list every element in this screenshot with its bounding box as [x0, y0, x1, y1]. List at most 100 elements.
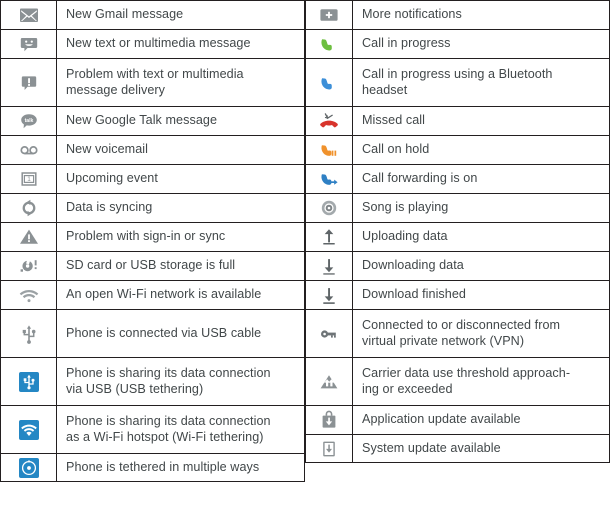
table-row: talk New Google Talk message — [0, 106, 305, 135]
usb-tethering-icon — [1, 358, 57, 405]
sms-smiley-bubble-icon — [1, 30, 57, 58]
table-row: New voicemail — [0, 135, 305, 164]
row-label-line: System update available — [362, 440, 501, 455]
row-label: Song is playing — [353, 194, 609, 222]
row-label-line: Call in progress — [362, 36, 451, 51]
table-row: System update available — [305, 434, 610, 463]
row-label: Downloading data — [353, 252, 609, 280]
usb-cable-icon — [1, 310, 57, 357]
right-table-half: More notifications Call in progress Call… — [305, 0, 610, 510]
missed-call-icon — [306, 107, 353, 135]
row-label: Connected to or disconnected from virtua… — [353, 310, 609, 357]
table-row: Call on hold — [305, 135, 610, 164]
sd-card-full-icon — [1, 252, 57, 280]
vpn-key-icon — [306, 310, 353, 357]
row-label-line: New text or multimedia message — [66, 36, 251, 51]
row-label: Phone is sharing its data connection as … — [57, 406, 304, 453]
row-label: Phone is connected via USB cable — [57, 310, 304, 357]
svg-text:1: 1 — [27, 176, 31, 183]
row-label: New Google Talk message — [57, 107, 304, 135]
table-row: Uploading data — [305, 222, 610, 251]
gmail-envelope-icon — [1, 1, 57, 29]
row-label: Application update available — [353, 406, 609, 434]
mms-error-bubble-icon — [1, 59, 57, 106]
carrier-data-warning-icon — [306, 358, 353, 405]
multiple-tethering-icon — [1, 454, 57, 481]
row-label-line: as a Wi-Fi hotspot (Wi-Fi tethering) — [66, 429, 264, 444]
table-row: New text or multimedia message — [0, 29, 305, 58]
row-label: An open Wi-Fi network is available — [57, 281, 304, 309]
downloading-data-icon — [306, 252, 353, 280]
table-row: Data is syncing — [0, 193, 305, 222]
table-row: An open Wi-Fi network is available — [0, 280, 305, 309]
app-update-icon — [306, 406, 353, 434]
call-in-progress-icon — [306, 30, 353, 58]
left-table-half: New Gmail message New text or multimedia… — [0, 0, 305, 510]
table-row: Phone is connected via USB cable — [0, 309, 305, 357]
row-label-line: Phone is connected via USB cable — [66, 325, 262, 340]
row-label-line: Downloading data — [362, 258, 464, 273]
call-bluetooth-icon — [306, 59, 353, 106]
download-finished-icon — [306, 281, 353, 309]
table-halves: New Gmail message New text or multimedia… — [0, 0, 610, 510]
row-label-line: New Google Talk message — [66, 113, 218, 128]
row-label-line: Problem with text or multimedia — [66, 67, 244, 81]
row-label-line: Application update available — [362, 412, 521, 427]
table-row: Downloading data — [305, 251, 610, 280]
notification-icons-reference-table: New Gmail message New text or multimedia… — [0, 0, 610, 510]
row-label-line: Phone is sharing its data connection — [66, 414, 271, 428]
row-label-line: More notifications — [362, 7, 462, 22]
row-label-line: message delivery — [66, 82, 166, 97]
row-label: Phone is tethered in multiple ways — [57, 454, 304, 481]
svg-text:talk: talk — [24, 118, 33, 124]
row-label-line: Connected to or disconnected from — [362, 318, 561, 332]
table-row: Application update available — [305, 405, 610, 434]
sync-problem-warning-icon — [1, 223, 57, 251]
row-label-line: Call on hold — [362, 142, 430, 157]
row-label: SD card or USB storage is full — [57, 252, 304, 280]
row-label: More notifications — [353, 1, 609, 29]
table-row: Phone is sharing its data connection as … — [0, 405, 305, 453]
row-label-line: SD card or USB storage is full — [66, 258, 236, 273]
more-notifications-icon — [306, 1, 353, 29]
row-label-line: via USB (USB tethering) — [66, 381, 204, 396]
system-update-icon — [306, 435, 353, 462]
row-label: New text or multimedia message — [57, 30, 304, 58]
sync-icon — [1, 194, 57, 222]
row-label-line: Data is syncing — [66, 200, 153, 215]
row-label-line: headset — [362, 82, 408, 97]
wifi-hotspot-icon — [1, 406, 57, 453]
table-row: Call in progress — [305, 29, 610, 58]
table-row: Call forwarding is on — [305, 164, 610, 193]
row-label: Upcoming event — [57, 165, 304, 193]
row-label: Data is syncing — [57, 194, 304, 222]
row-label: Call on hold — [353, 136, 609, 164]
table-row: Carrier data use threshold approach- ing… — [305, 357, 610, 405]
row-label-line: ing or exceeded — [362, 381, 453, 396]
row-label-line: Call in progress using a Bluetooth — [362, 67, 553, 81]
row-label-line: Call forwarding is on — [362, 171, 478, 186]
google-talk-icon: talk — [1, 107, 57, 135]
call-forwarding-icon — [306, 165, 353, 193]
table-row: Call in progress using a Bluetooth heads… — [305, 58, 610, 106]
row-label-line: Problem with sign-in or sync — [66, 229, 226, 244]
row-label-line: Phone is tethered in multiple ways — [66, 459, 260, 474]
row-label: Missed call — [353, 107, 609, 135]
row-label: Problem with text or multimedia message … — [57, 59, 304, 106]
row-label: New voicemail — [57, 136, 304, 164]
row-label-line: Carrier data use threshold approach- — [362, 366, 571, 380]
row-label: Phone is sharing its data connection via… — [57, 358, 304, 405]
row-label-line: Download finished — [362, 287, 466, 302]
call-on-hold-icon — [306, 136, 353, 164]
uploading-data-icon — [306, 223, 353, 251]
table-row: Problem with text or multimedia message … — [0, 58, 305, 106]
table-row: SD card or USB storage is full — [0, 251, 305, 280]
row-label: Call in progress — [353, 30, 609, 58]
row-label: Carrier data use threshold approach- ing… — [353, 358, 609, 405]
row-label-line: New voicemail — [66, 142, 149, 157]
table-row: Phone is sharing its data connection via… — [0, 357, 305, 405]
row-label: Uploading data — [353, 223, 609, 251]
row-label-line: New Gmail message — [66, 7, 184, 22]
row-label: New Gmail message — [57, 1, 304, 29]
row-label-line: virtual private network (VPN) — [362, 333, 525, 348]
